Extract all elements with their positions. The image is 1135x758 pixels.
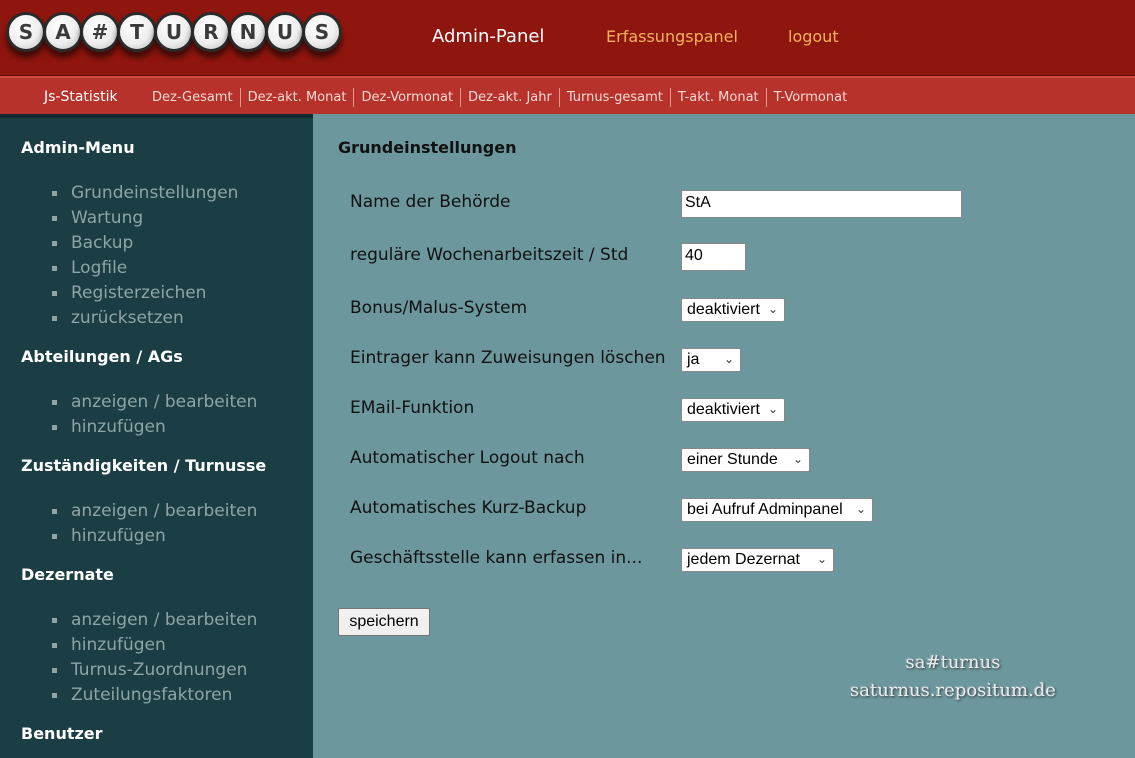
main-content: Grundeinstellungen Name der Behörde StA … <box>313 114 1135 758</box>
label-behoerde: Name der Behörde <box>350 192 511 212</box>
chevron-down-icon: ⌄ <box>767 402 778 416</box>
sidebar-item-wartung[interactable]: Wartung <box>52 206 238 231</box>
bonus-malus-select[interactable]: deaktiviert ⌄ <box>681 298 785 322</box>
sidebar-item-zuruecksetzen[interactable]: zurücksetzen <box>52 306 238 331</box>
email-select[interactable]: deaktiviert ⌄ <box>681 398 785 422</box>
stat-link-dez-akt-jahr[interactable]: Dez-akt. Jahr <box>461 88 560 107</box>
logo-letter: # <box>80 12 120 52</box>
label-backup: Automatisches Kurz-Backup <box>350 498 587 518</box>
chevron-down-icon: ⌄ <box>855 502 866 516</box>
sidebar-list-zustaendigkeiten: anzeigen / bearbeiten hinzufügen <box>52 499 257 549</box>
sidebar-item-turnusse-anzeigen[interactable]: anzeigen / bearbeiten <box>52 499 257 524</box>
statistics-title: Js-Statistik <box>44 89 118 105</box>
sidebar-item-dezernate-anzeigen[interactable]: anzeigen / bearbeiten <box>52 608 257 633</box>
sidebar-item-dezernate-hinzufuegen[interactable]: hinzufügen <box>52 633 257 658</box>
label-wochenarbeitszeit: reguläre Wochenarbeitszeit / Std <box>350 245 629 265</box>
chevron-down-icon: ⌄ <box>816 552 827 566</box>
sidebar-item-turnus-zuordnungen[interactable]: Turnus-Zuordnungen <box>52 658 257 683</box>
app-header: S A # T U R N U S Admin-Panel Erfassungs… <box>0 0 1135 76</box>
sidebar-item-abteilungen-hinzufuegen[interactable]: hinzufügen <box>52 415 257 440</box>
stat-link-dez-akt-monat[interactable]: Dez-akt. Monat <box>241 88 355 107</box>
stat-link-t-vormonat[interactable]: T-Vormonat <box>767 88 855 107</box>
logo-letter: U <box>154 12 194 52</box>
watermark-title: sa#turnus <box>905 652 1001 673</box>
chevron-down-icon: ⌄ <box>792 452 803 466</box>
email-value: deaktiviert <box>687 401 760 418</box>
sidebar-item-registerzeichen[interactable]: Registerzeichen <box>52 281 238 306</box>
sidebar-list-dezernate: anzeigen / bearbeiten hinzufügen Turnus-… <box>52 608 257 708</box>
logo-letter: T <box>117 12 157 52</box>
label-email: EMail-Funktion <box>350 398 475 418</box>
chevron-down-icon: ⌄ <box>723 352 734 366</box>
stat-link-t-akt-monat[interactable]: T-akt. Monat <box>671 88 767 107</box>
page-title: Grundeinstellungen <box>338 138 517 157</box>
logo-letter: U <box>265 12 305 52</box>
sidebar-list-admin-menu: Grundeinstellungen Wartung Backup Logfil… <box>52 181 238 331</box>
sidebar-heading-zustaendigkeiten: Zuständigkeiten / Turnusse <box>21 456 267 475</box>
label-eintrager: Eintrager kann Zuweisungen löschen <box>350 348 666 368</box>
logout-select[interactable]: einer Stunde ⌄ <box>681 448 810 472</box>
logo-letter: R <box>191 12 231 52</box>
nav-logout[interactable]: logout <box>788 27 839 46</box>
sidebar-heading-admin-menu: Admin-Menu <box>21 138 135 157</box>
label-bonus-malus: Bonus/Malus-System <box>350 298 528 318</box>
sidebar-item-logfile[interactable]: Logfile <box>52 256 238 281</box>
logout-value: einer Stunde <box>687 451 778 468</box>
sidebar-list-abteilungen: anzeigen / bearbeiten hinzufügen <box>52 390 257 440</box>
backup-value: bei Aufruf Adminpanel <box>687 501 843 518</box>
watermark-url: saturnus.repositum.de <box>850 680 1056 701</box>
sidebar-heading-benutzer: Benutzer <box>21 724 103 743</box>
sidebar-item-backup[interactable]: Backup <box>52 231 238 256</box>
statistics-links: Dez-Gesamt Dez-akt. Monat Dez-Vormonat D… <box>145 88 854 107</box>
label-logout: Automatischer Logout nach <box>350 448 585 468</box>
stat-link-dez-vormonat[interactable]: Dez-Vormonat <box>354 88 462 107</box>
eintrager-value: ja <box>687 351 700 368</box>
stat-link-dez-gesamt[interactable]: Dez-Gesamt <box>145 88 241 107</box>
logo-letter: S <box>6 12 46 52</box>
geschaeftsstelle-value: jedem Dezernat <box>687 551 800 568</box>
logo-letter: A <box>43 12 83 52</box>
save-button[interactable]: speichern <box>338 608 430 636</box>
wochenarbeitszeit-input[interactable]: 40 <box>681 243 746 271</box>
statistics-nav: Js-Statistik Dez-Gesamt Dez-akt. Monat D… <box>0 76 1135 114</box>
nav-erfassungspanel[interactable]: Erfassungspanel <box>606 27 738 46</box>
label-geschaeftsstelle: Geschäftsstelle kann erfassen in... <box>350 548 643 568</box>
sidebar: Admin-Menu Grundeinstellungen Wartung Ba… <box>0 114 313 758</box>
sidebar-heading-dezernate: Dezernate <box>21 565 114 584</box>
geschaeftsstelle-select[interactable]: jedem Dezernat ⌄ <box>681 548 834 572</box>
logo-letter: S <box>302 12 342 52</box>
nav-admin-panel[interactable]: Admin-Panel <box>432 26 544 47</box>
eintrager-select[interactable]: ja ⌄ <box>681 348 741 372</box>
sidebar-heading-abteilungen: Abteilungen / AGs <box>21 347 183 366</box>
chevron-down-icon: ⌄ <box>767 302 778 316</box>
backup-select[interactable]: bei Aufruf Adminpanel ⌄ <box>681 498 873 522</box>
sidebar-item-zuteilungsfaktoren[interactable]: Zuteilungsfaktoren <box>52 683 257 708</box>
sidebar-item-turnusse-hinzufuegen[interactable]: hinzufügen <box>52 524 257 549</box>
sidebar-item-grundeinstellungen[interactable]: Grundeinstellungen <box>52 181 238 206</box>
logo-letter: N <box>228 12 268 52</box>
bonus-malus-value: deaktiviert <box>687 301 760 318</box>
stat-link-turnus-gesamt[interactable]: Turnus-gesamt <box>560 88 671 107</box>
app-logo[interactable]: S A # T U R N U S <box>6 12 344 64</box>
behoerde-input[interactable]: StA <box>681 190 962 218</box>
sidebar-item-abteilungen-anzeigen[interactable]: anzeigen / bearbeiten <box>52 390 257 415</box>
